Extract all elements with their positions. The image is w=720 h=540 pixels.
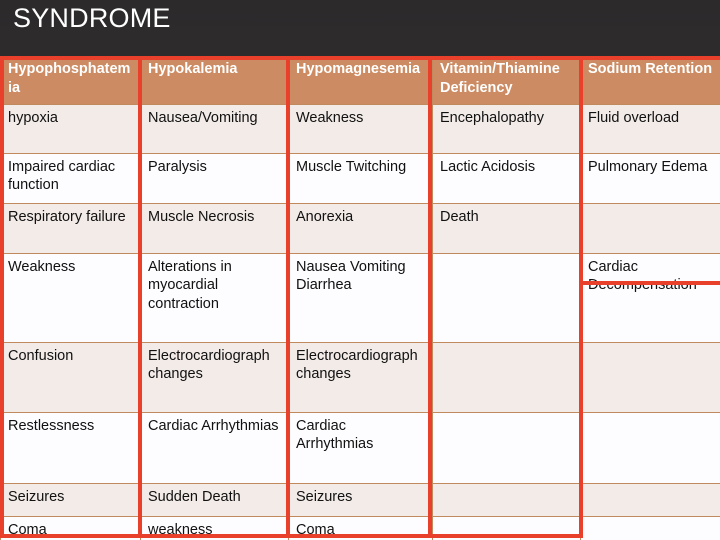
cell: Nausea/Vomiting <box>140 103 289 154</box>
cell: Death <box>432 202 581 254</box>
cell: Muscle Twitching <box>288 152 433 204</box>
cell: Anorexia <box>288 202 433 254</box>
table-row: Weakness Alterations in myocardial contr… <box>0 252 720 343</box>
table-row: Seizures Sudden Death Seizures <box>0 482 720 517</box>
slide-title-bar: SYNDROME <box>0 0 720 55</box>
cell <box>580 482 720 517</box>
cell: Seizures <box>288 482 433 517</box>
cell: Cardiac Decompensation <box>580 252 720 343</box>
cell <box>432 411 581 484</box>
column-header-hypomagnesemia: Hypomagnesemia <box>288 56 433 104</box>
cell <box>580 411 720 484</box>
annotation-divider-4 <box>579 56 583 538</box>
column-header-hypophosphatemia: Hypophosphatemia <box>0 56 141 104</box>
cell <box>432 341 581 413</box>
cell: Seizures <box>0 482 141 517</box>
cell: Respiratory failure <box>0 202 141 254</box>
cell: Electrocardiograph changes <box>140 341 289 413</box>
annotation-divider-1 <box>138 56 142 538</box>
cell: Sudden Death <box>140 482 289 517</box>
cell: Weakness <box>288 103 433 154</box>
syndrome-table: Hypophosphatemia Hypokalemia Hypomagnese… <box>0 56 720 540</box>
cell: Fluid overload <box>580 103 720 154</box>
annotation-divider-3 <box>428 56 432 538</box>
cell: Restlessness <box>0 411 141 484</box>
table-row: Restlessness Cardiac Arrhythmias Cardiac… <box>0 411 720 484</box>
table-header-row: Hypophosphatemia Hypokalemia Hypomagnese… <box>0 56 720 104</box>
annotation-box-left-edge <box>0 56 4 538</box>
cell <box>432 482 581 517</box>
column-header-sodium-retention: Sodium Retention <box>580 56 720 104</box>
cell: hypoxia <box>0 103 141 154</box>
annotation-strike-line <box>579 281 720 285</box>
cell: Confusion <box>0 341 141 413</box>
slide-canvas: SYNDROME Hypophosphatemia Hypokalemia Hy… <box>0 0 720 540</box>
cell: Cardiac Arrhythmias <box>288 411 433 484</box>
cell: Lactic Acidosis <box>432 152 581 204</box>
syndrome-table-container: Hypophosphatemia Hypokalemia Hypomagnese… <box>0 56 720 540</box>
cell <box>580 202 720 254</box>
cell: Muscle Necrosis <box>140 202 289 254</box>
page-title: SYNDROME <box>13 3 171 33</box>
cell: Electrocardiograph changes <box>288 341 433 413</box>
column-header-vitamin-thiamine-deficiency: Vitamin/Thiamine Deficiency <box>432 56 581 104</box>
cell: Alterations in myocardial contraction <box>140 252 289 343</box>
cell: Nausea Vomiting Diarrhea <box>288 252 433 343</box>
table-row: Impaired cardiac function Paralysis Musc… <box>0 152 720 204</box>
table-row: Respiratory failure Muscle Necrosis Anor… <box>0 202 720 254</box>
cell: Impaired cardiac function <box>0 152 141 204</box>
cell <box>432 252 581 343</box>
annotation-box-top-edge-right <box>428 56 720 60</box>
column-header-hypokalemia: Hypokalemia <box>140 56 289 104</box>
table-row: Confusion Electrocardiograph changes Ele… <box>0 341 720 413</box>
annotation-divider-2 <box>286 56 290 538</box>
cell: Encephalopathy <box>432 103 581 154</box>
cell <box>580 515 720 540</box>
cell: Paralysis <box>140 152 289 204</box>
table-row: hypoxia Nausea/Vomiting Weakness Encepha… <box>0 103 720 154</box>
annotation-box-bottom-edge <box>0 534 583 538</box>
cell: Weakness <box>0 252 141 343</box>
cell: Pulmonary Edema <box>580 152 720 204</box>
cell: Cardiac Arrhythmias <box>140 411 289 484</box>
cell <box>580 341 720 413</box>
